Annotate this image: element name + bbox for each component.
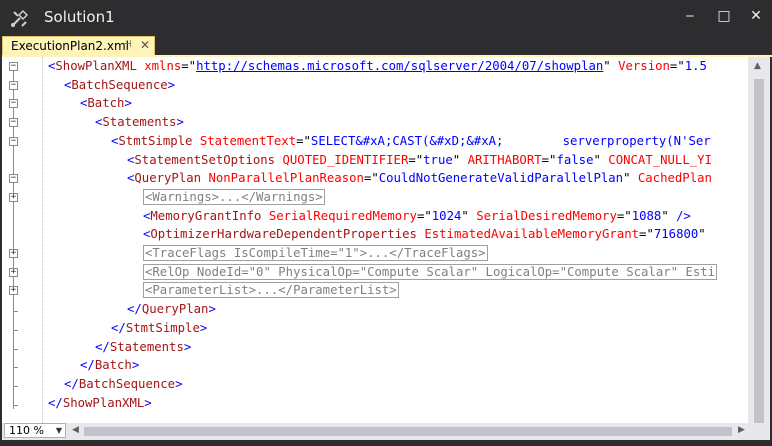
fold-end-tick bbox=[13, 311, 18, 312]
code-line: <Warnings>...</Warnings> bbox=[143, 188, 325, 207]
gutter-divider bbox=[42, 57, 43, 423]
code-line: <RelOp NodeId="0" PhysicalOp="Compute Sc… bbox=[143, 263, 718, 282]
code-line: <StatementSetOptions QUOTED_IDENTIFIER="… bbox=[127, 152, 712, 167]
fold-toggle-icon[interactable]: + bbox=[9, 248, 18, 258]
code-line: <QueryPlan NonParallelPlanReason="CouldN… bbox=[127, 171, 712, 186]
fold-end-tick bbox=[13, 405, 18, 406]
code-line: <OptimizerHardwareDependentProperties Es… bbox=[143, 227, 706, 242]
code-area[interactable]: <ShowPlanXML xmlns="http://schemas.micro… bbox=[48, 57, 748, 421]
fold-toggle-icon[interactable]: − bbox=[9, 80, 18, 90]
tab-label: ExecutionPlan2.xml bbox=[11, 39, 129, 53]
code-line: <Batch> bbox=[80, 96, 132, 111]
fold-toggle-icon[interactable]: + bbox=[9, 267, 18, 277]
tab-executionplan2[interactable]: ExecutionPlan2.xml ⊣ ✕ bbox=[2, 36, 155, 55]
collapsed-block[interactable]: <TraceFlags IsCompileTime="1">...</Trace… bbox=[143, 245, 488, 261]
minimize-button[interactable]: ‒ bbox=[680, 6, 700, 26]
code-line: </QueryPlan> bbox=[127, 302, 216, 317]
fold-toggle-icon[interactable]: − bbox=[9, 173, 18, 183]
code-line: <ShowPlanXML xmlns="http://schemas.micro… bbox=[48, 59, 707, 73]
zoom-value: 110 % bbox=[9, 424, 44, 437]
code-line: <MemoryGrantInfo SerialRequiredMemory="1… bbox=[143, 208, 691, 223]
code-line: </Statements> bbox=[95, 339, 192, 354]
chevron-down-icon: ▼ bbox=[55, 426, 62, 435]
code-line: </BatchSequence> bbox=[64, 376, 183, 391]
collapsed-block[interactable]: <ParameterList>...</ParameterList> bbox=[143, 282, 399, 299]
fold-toggle-icon[interactable]: − bbox=[9, 117, 18, 127]
fold-toggle-icon[interactable]: + bbox=[9, 192, 18, 202]
horizontal-scroll-thumb[interactable] bbox=[84, 427, 732, 436]
code-line: <TraceFlags IsCompileTime="1">...</Trace… bbox=[143, 244, 488, 263]
title-bar: Solution1 ‒ □ ✕ bbox=[0, 0, 772, 36]
scroll-left-icon[interactable]: ◀ bbox=[72, 425, 79, 435]
maximize-button[interactable]: □ bbox=[714, 6, 734, 26]
tools-icon bbox=[11, 9, 29, 27]
collapsed-block[interactable]: <Warnings>...</Warnings> bbox=[143, 188, 325, 205]
code-line: <BatchSequence> bbox=[64, 77, 176, 92]
window-title: Solution1 bbox=[44, 8, 115, 26]
close-button[interactable]: ✕ bbox=[746, 6, 766, 26]
fold-toggle-icon[interactable]: + bbox=[9, 285, 18, 295]
vertical-scroll-thumb[interactable] bbox=[754, 79, 764, 423]
fold-toggle-icon[interactable]: − bbox=[9, 98, 18, 108]
tab-close-icon[interactable]: ✕ bbox=[140, 38, 150, 52]
code-line: </ShowPlanXML> bbox=[48, 395, 152, 410]
collapsed-block[interactable]: <RelOp NodeId="0" PhysicalOp="Compute Sc… bbox=[143, 263, 718, 280]
scroll-up-icon[interactable]: ▲ bbox=[754, 61, 761, 71]
code-line: <Statements> bbox=[95, 115, 184, 130]
code-line: </Batch> bbox=[80, 358, 140, 373]
fold-end-tick bbox=[13, 330, 18, 331]
editor-bottom-bar: 110 % ▼ ◀ ▶ bbox=[2, 423, 770, 440]
fold-end-tick bbox=[13, 349, 18, 350]
xml-editor[interactable]: − − − − − − + + + + <ShowPlanXML xmlns="… bbox=[2, 57, 770, 423]
code-line: </StmtSimple> bbox=[111, 320, 208, 335]
fold-toggle-icon[interactable]: − bbox=[9, 61, 18, 71]
vertical-scrollbar[interactable]: ▲ bbox=[748, 57, 770, 423]
fold-end-tick bbox=[13, 367, 18, 368]
pin-icon[interactable]: ⊣ bbox=[123, 39, 132, 50]
scroll-right-icon[interactable]: ▶ bbox=[738, 425, 745, 435]
namespace-link[interactable]: http://schemas.microsoft.com/sqlserver/2… bbox=[196, 59, 603, 73]
code-line: <ParameterList>...</ParameterList> bbox=[143, 281, 399, 300]
zoom-dropdown[interactable]: 110 % ▼ bbox=[4, 423, 66, 438]
fold-toggle-icon[interactable]: − bbox=[9, 136, 18, 146]
fold-end-tick bbox=[13, 386, 18, 387]
code-line: <StmtSimple StatementText="SELECT&#xA;CA… bbox=[111, 133, 711, 148]
document-tab-strip: ExecutionPlan2.xml ⊣ ✕ bbox=[0, 36, 772, 56]
